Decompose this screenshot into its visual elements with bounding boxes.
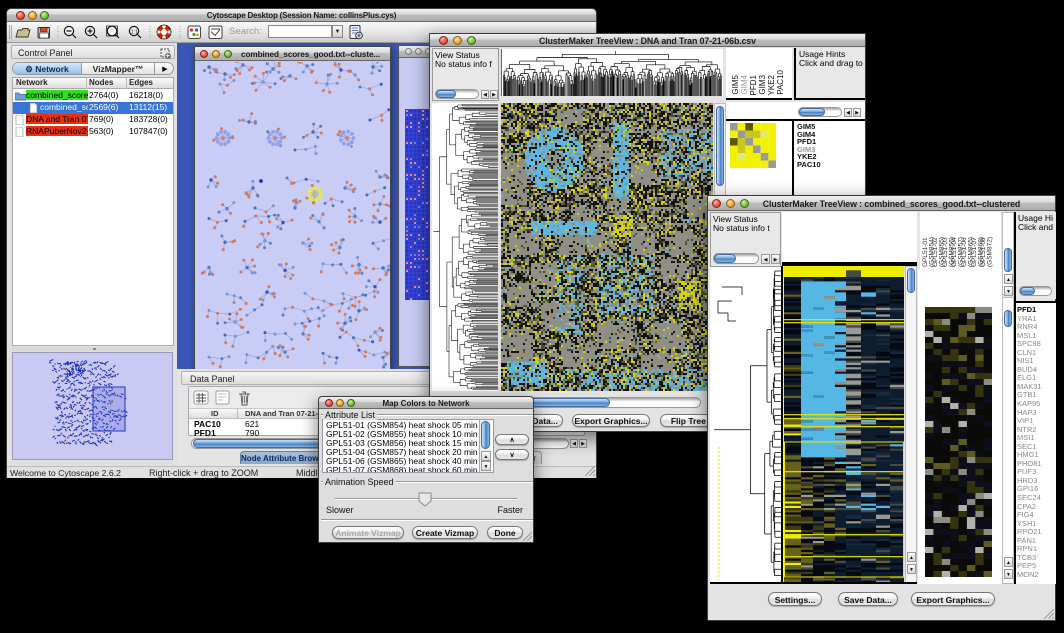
svg-text:1:1: 1:1 (131, 30, 138, 36)
